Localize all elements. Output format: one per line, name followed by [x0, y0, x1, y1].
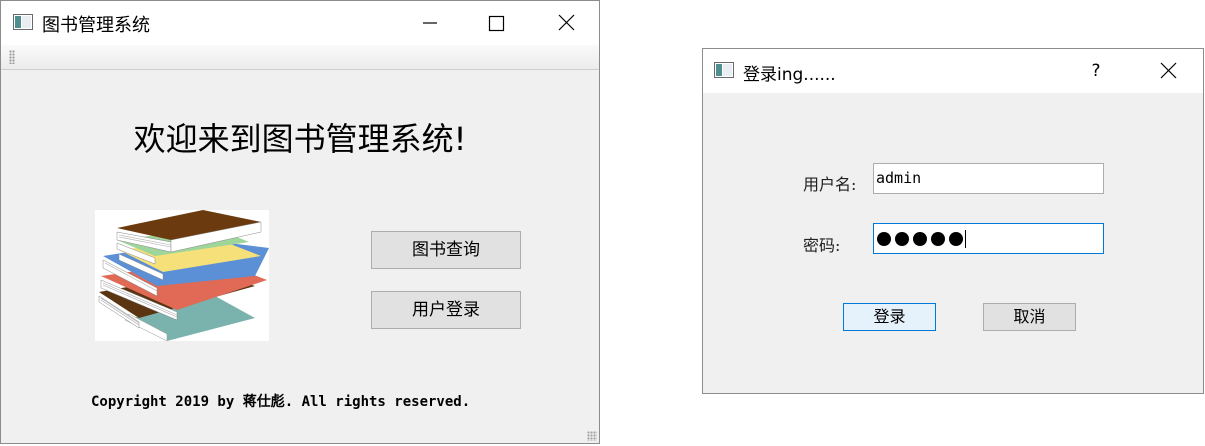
- toolbar: [1, 45, 599, 70]
- text-caret: [965, 230, 966, 248]
- app-window-icon: [714, 62, 734, 78]
- main-titlebar[interactable]: 图书管理系统: [1, 1, 599, 45]
- dialog-titlebar[interactable]: 登录ing...... ?: [703, 49, 1203, 93]
- password-mask: [877, 230, 966, 248]
- toolbar-grip[interactable]: [9, 50, 15, 64]
- resize-grip[interactable]: [587, 431, 597, 441]
- welcome-heading: 欢迎来到图书管理系统!: [133, 120, 467, 158]
- login-button[interactable]: 登录: [843, 303, 936, 331]
- user-login-button[interactable]: 用户登录: [371, 291, 521, 329]
- app-window-icon: [13, 14, 33, 30]
- close-icon[interactable]: [1145, 49, 1191, 93]
- books-stack-image: [95, 210, 269, 341]
- book-search-button[interactable]: 图书查询: [371, 231, 521, 269]
- window-title: 图书管理系统: [42, 15, 150, 36]
- help-button[interactable]: ?: [1073, 49, 1119, 93]
- username-field[interactable]: admin: [873, 163, 1104, 194]
- password-label: 密码:: [803, 236, 841, 255]
- password-field[interactable]: [873, 223, 1104, 254]
- maximize-icon[interactable]: [473, 1, 519, 45]
- cancel-button[interactable]: 取消: [983, 303, 1076, 331]
- minimize-icon[interactable]: [405, 1, 451, 45]
- dialog-title: 登录ing......: [743, 65, 836, 85]
- main-window: 图书管理系统 欢迎来到图书管理系统! 图书查询 用户登录 Copyright 2…: [0, 0, 600, 444]
- username-label: 用户名:: [803, 175, 857, 194]
- login-dialog: 登录ing...... ? 用户名: admin 密码: 登录 取消: [702, 48, 1204, 394]
- copyright-text: Copyright 2019 by 蒋仕彪. All rights reserv…: [91, 394, 471, 410]
- close-icon[interactable]: [542, 1, 588, 45]
